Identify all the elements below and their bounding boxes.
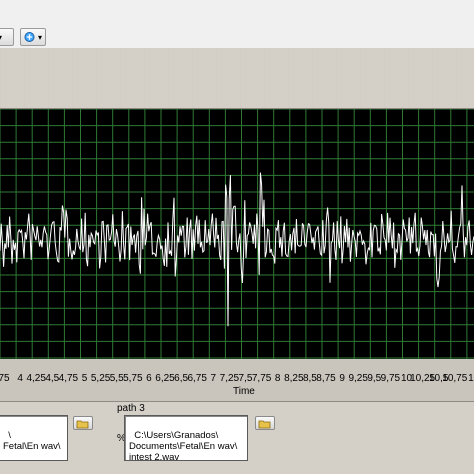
x-tick-label: 6,25 (155, 373, 175, 384)
x-tick-label: 9 (339, 373, 345, 384)
x-tick-label: 5,5 (109, 373, 124, 384)
waveform-graph[interactable] (0, 109, 474, 361)
x-tick-label: 8,25 (284, 373, 304, 384)
x-tick-label: 9,5 (367, 373, 382, 384)
x-tick-label: 6,75 (187, 373, 207, 384)
path-field-left[interactable]: \ Fetal\En wav\ (0, 415, 68, 461)
x-tick-label: 7 (210, 373, 217, 384)
tools-dropdown-arrow: ▾ (37, 32, 42, 42)
folder-icon (76, 420, 89, 429)
x-tick-label: 75 (0, 373, 10, 384)
x-tick-label: 7,25 (219, 373, 240, 384)
toolbar: ▾ ▾ (0, 0, 474, 49)
x-tick-label: 7,75 (251, 373, 272, 384)
x-tick-label: 8,5 (302, 373, 317, 384)
x-axis-label: Time (233, 386, 255, 397)
panel-pattern (0, 48, 474, 110)
x-tick-label: 5 (81, 373, 88, 384)
path-field-left-text: \ Fetal\En wav\ (3, 430, 61, 452)
x-tick-label: 8 (274, 373, 281, 384)
x-tick-label: 9,25 (348, 373, 368, 384)
tools-icon (24, 31, 35, 43)
x-tick-label: 4,5 (45, 373, 60, 384)
path-3-field[interactable]: C:\Users\Granados\ Documents\Fetal\En wa… (124, 415, 248, 461)
x-tick-label: 4 (17, 373, 23, 384)
path-3-label: path 3 (117, 403, 145, 414)
tools-dropdown-button[interactable]: ▾ (20, 28, 46, 46)
x-tick-label: 6 (146, 373, 152, 384)
x-tick-label: 1 (468, 373, 474, 384)
x-tick-label: 9,75 (380, 373, 401, 384)
x-tick-label: 6,5 (174, 373, 189, 384)
operate-arrow: ▾ (0, 32, 3, 42)
operate-button[interactable]: ▾ (0, 28, 14, 46)
folder-icon (258, 420, 271, 429)
x-tick-label: 7,5 (238, 373, 253, 384)
x-tick-label: 4,25 (26, 373, 46, 384)
x-tick-label: 8,75 (316, 373, 336, 384)
x-tick-label: 10,75 (442, 373, 468, 384)
browse-button-right[interactable] (255, 416, 275, 430)
browse-button-left[interactable] (73, 416, 93, 430)
path-3-field-text: C:\Users\Granados\ Documents\Fetal\En wa… (129, 430, 238, 461)
x-tick-label: 5,25 (90, 373, 111, 384)
x-tick-label: 5,75 (123, 373, 143, 384)
x-tick-label: 4,75 (58, 373, 79, 384)
